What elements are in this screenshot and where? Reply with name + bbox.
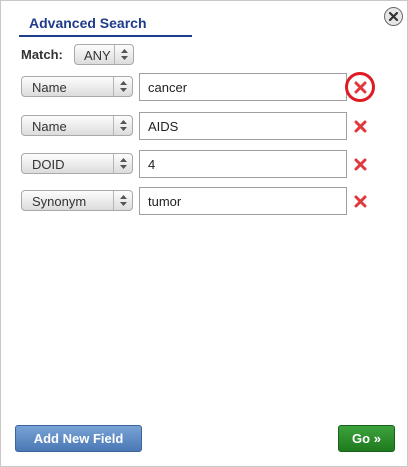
field-select-value: Name [32, 80, 67, 95]
search-term-input[interactable] [139, 112, 347, 140]
criteria-row-4: Synonym [1, 187, 408, 215]
go-button[interactable]: Go » [338, 425, 395, 452]
red-x-icon [354, 120, 366, 132]
remove-field-button[interactable] [345, 72, 375, 102]
red-x-icon [354, 81, 366, 93]
updown-arrow-icon [113, 77, 132, 96]
field-select[interactable]: Synonym [21, 190, 133, 211]
remove-field-button[interactable] [353, 194, 367, 208]
field-select-value: Synonym [32, 194, 87, 209]
updown-arrow-icon [114, 45, 133, 64]
remove-field-button[interactable] [353, 119, 367, 133]
field-select[interactable]: Name [21, 115, 133, 136]
field-select[interactable]: Name [21, 76, 133, 97]
tab-label: Advanced Search [29, 15, 147, 31]
red-x-icon [354, 158, 366, 170]
remove-field-button[interactable] [353, 157, 367, 171]
advanced-search-panel: Advanced Search Match: ANY Name Name [0, 0, 408, 467]
close-button[interactable] [384, 7, 403, 26]
field-select-value: DOID [32, 157, 65, 172]
criteria-row-2: Name [1, 112, 408, 140]
updown-arrow-icon [113, 191, 132, 210]
close-icon [388, 11, 399, 22]
updown-arrow-icon [113, 116, 132, 135]
search-term-input[interactable] [139, 187, 347, 215]
tab-advanced-search[interactable]: Advanced Search [19, 9, 192, 37]
search-term-input[interactable] [139, 150, 347, 178]
red-x-icon [354, 195, 366, 207]
add-new-field-button[interactable]: Add New Field [15, 425, 142, 452]
match-label: Match: [21, 47, 63, 62]
updown-arrow-icon [113, 154, 132, 173]
criteria-row-1: Name [1, 72, 408, 102]
criteria-row-3: DOID [1, 150, 408, 178]
search-term-input[interactable] [139, 73, 347, 101]
match-select[interactable]: ANY [74, 44, 134, 65]
field-select[interactable]: DOID [21, 153, 133, 174]
field-select-value: Name [32, 119, 67, 134]
match-value: ANY [84, 48, 111, 63]
